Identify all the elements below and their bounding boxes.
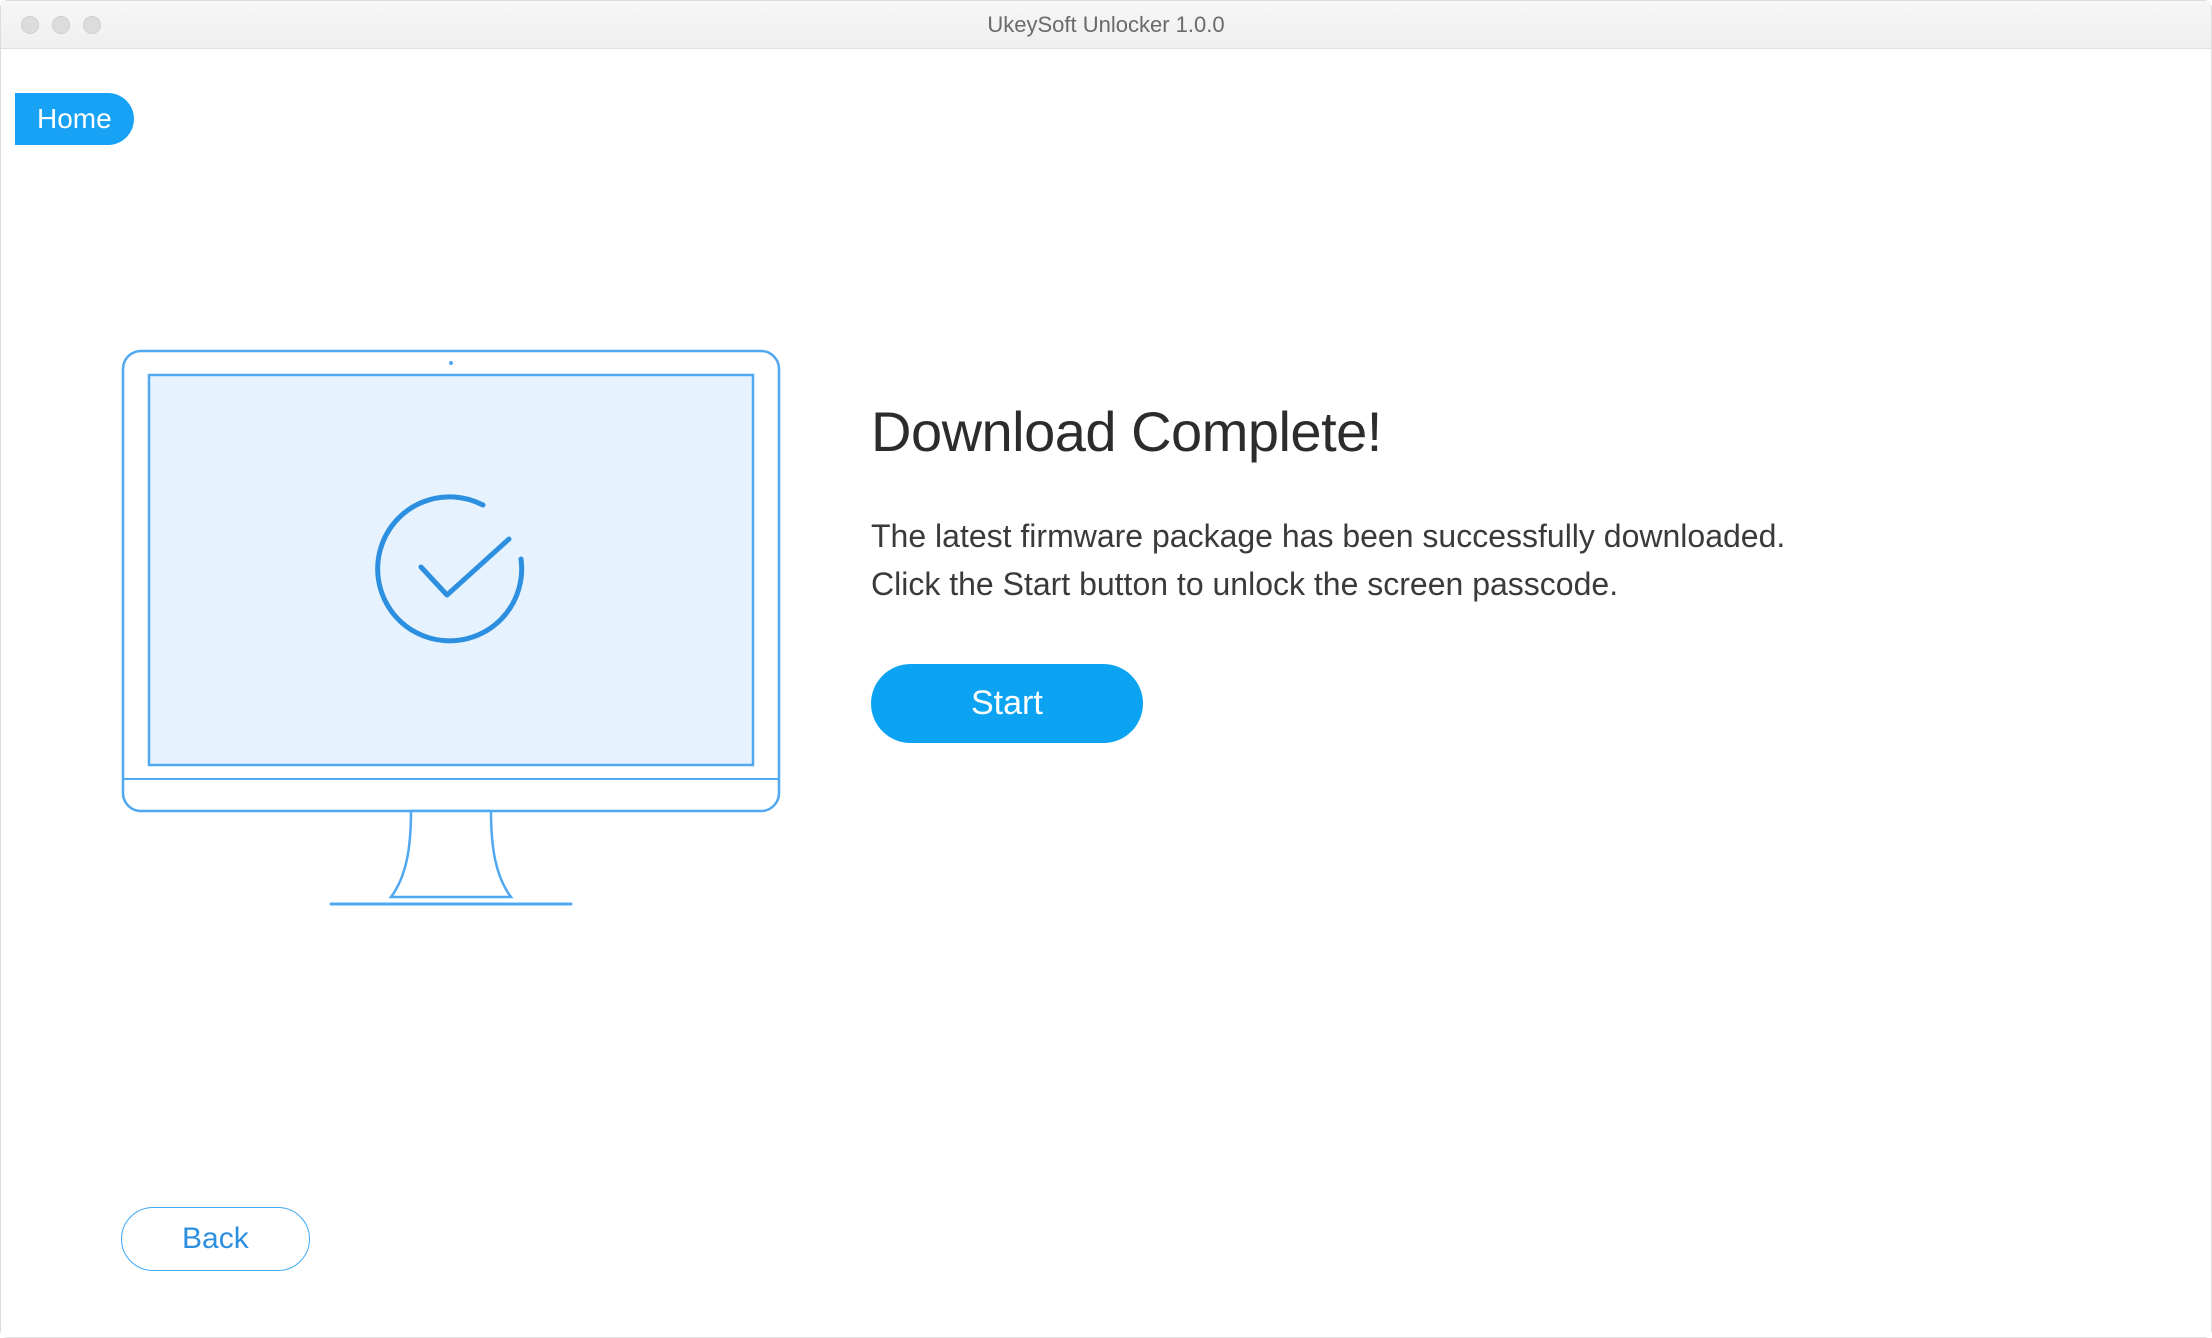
content-area: Home: [1, 49, 2211, 1337]
traffic-lights: [1, 16, 101, 34]
text-column: Download Complete! The latest firmware p…: [871, 349, 2091, 924]
description-text: The latest firmware package has been suc…: [871, 512, 2091, 608]
app-window: UkeySoft Unlocker 1.0.0 Home: [0, 0, 2212, 1338]
description-line-1: The latest firmware package has been suc…: [871, 518, 1785, 554]
back-button[interactable]: Back: [121, 1207, 310, 1271]
start-button-label: Start: [971, 684, 1043, 722]
back-button-label: Back: [182, 1222, 249, 1255]
window-title: UkeySoft Unlocker 1.0.0: [987, 12, 1224, 38]
minimize-traffic-light[interactable]: [52, 16, 70, 34]
titlebar: UkeySoft Unlocker 1.0.0: [1, 1, 2211, 49]
start-button[interactable]: Start: [871, 664, 1143, 743]
monitor-checkmark-icon: [121, 349, 781, 919]
close-traffic-light[interactable]: [21, 16, 39, 34]
main-area: Download Complete! The latest firmware p…: [121, 349, 2091, 924]
monitor-illustration: [121, 349, 781, 924]
home-button[interactable]: Home: [15, 93, 134, 145]
home-button-label: Home: [37, 103, 112, 134]
page-heading: Download Complete!: [871, 399, 2091, 464]
maximize-traffic-light[interactable]: [83, 16, 101, 34]
description-line-2: Click the Start button to unlock the scr…: [871, 566, 1618, 602]
